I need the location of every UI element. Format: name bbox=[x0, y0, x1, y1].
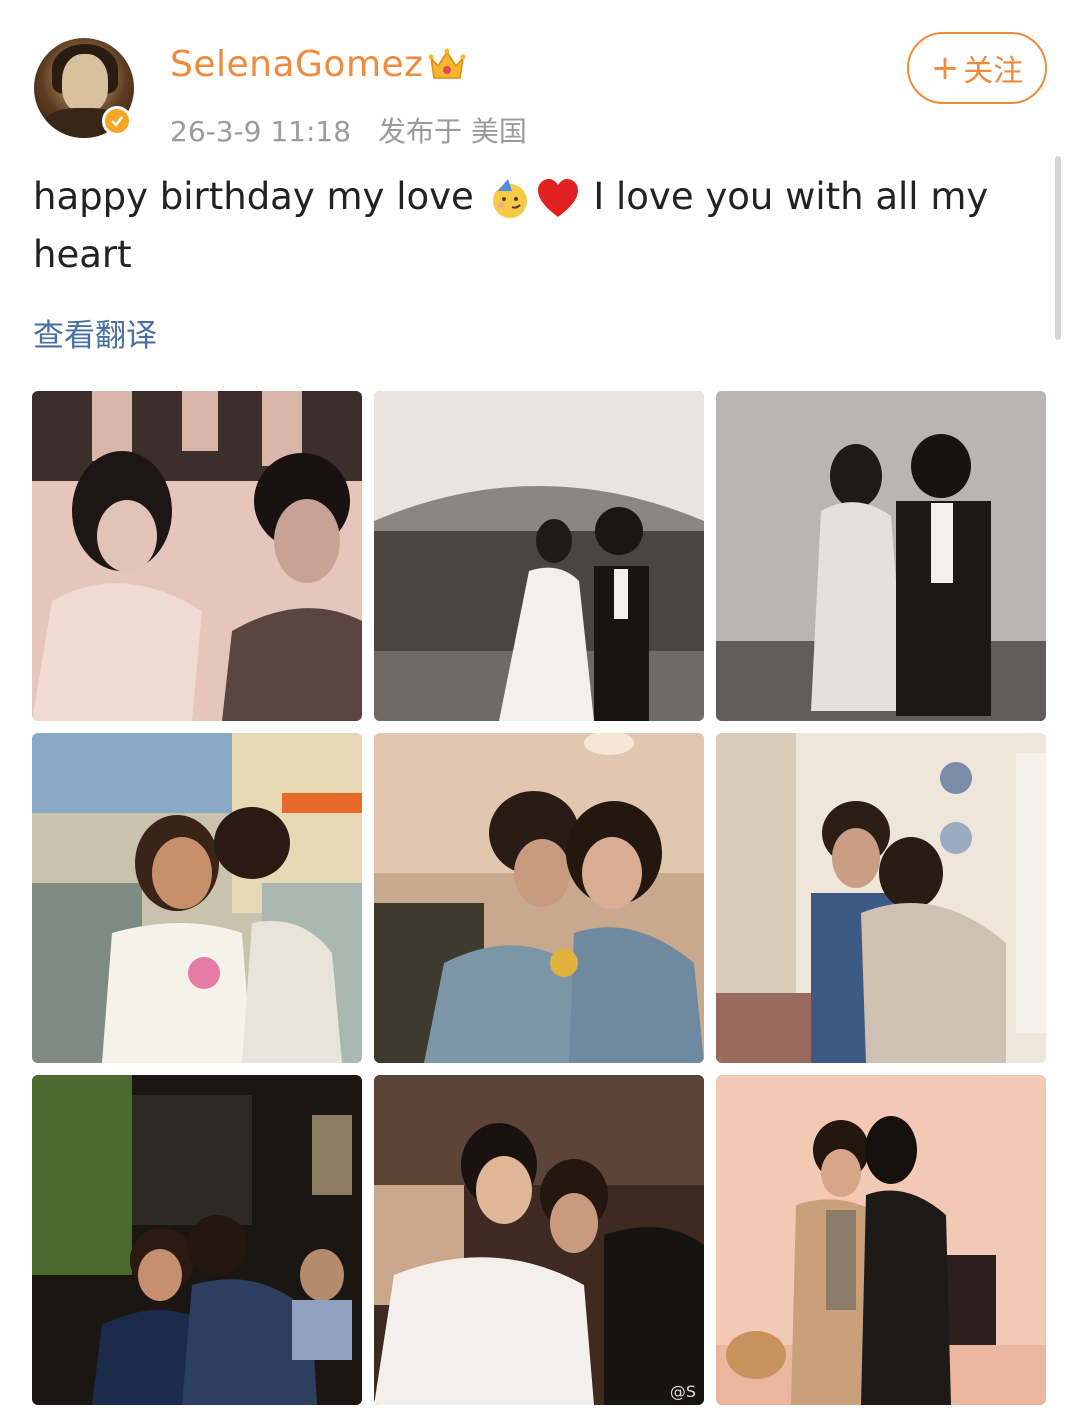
photo-5[interactable] bbox=[374, 733, 704, 1063]
photo-4[interactable] bbox=[32, 733, 362, 1063]
photo-9[interactable] bbox=[716, 1075, 1046, 1405]
follow-button-label: 关注 bbox=[963, 54, 1024, 89]
post-text: happy birthday my love I love you with a… bbox=[33, 168, 1033, 284]
verified-badge-icon bbox=[102, 106, 132, 136]
post-timestamp: 26-3-9 11:18 bbox=[170, 115, 352, 148]
post-meta: 26-3-9 11:18 发布于 美国 bbox=[170, 110, 545, 150]
photo-1[interactable] bbox=[32, 391, 362, 721]
scrollbar[interactable] bbox=[1055, 156, 1061, 340]
post-text-part1: happy birthday my love bbox=[33, 175, 474, 218]
photo-2[interactable] bbox=[374, 391, 704, 721]
photo-7[interactable] bbox=[32, 1075, 362, 1405]
photo-grid: @S bbox=[32, 391, 1048, 1407]
photo-6[interactable] bbox=[716, 733, 1046, 1063]
username[interactable]: SelenaGomez bbox=[170, 44, 424, 85]
photo-3[interactable] bbox=[716, 391, 1046, 721]
plus-icon: + bbox=[930, 48, 960, 88]
watermark: @S bbox=[669, 1382, 696, 1401]
post-location: 发布于 美国 bbox=[377, 115, 527, 148]
translate-link[interactable]: 查看翻译 bbox=[33, 310, 157, 355]
crown-icon bbox=[428, 48, 466, 82]
follow-button[interactable]: + 关注 bbox=[907, 32, 1047, 104]
avatar-face bbox=[62, 54, 108, 112]
red-heart-emoji bbox=[536, 177, 580, 221]
party-face-emoji bbox=[488, 177, 532, 221]
photo-8[interactable]: @S bbox=[374, 1075, 704, 1405]
